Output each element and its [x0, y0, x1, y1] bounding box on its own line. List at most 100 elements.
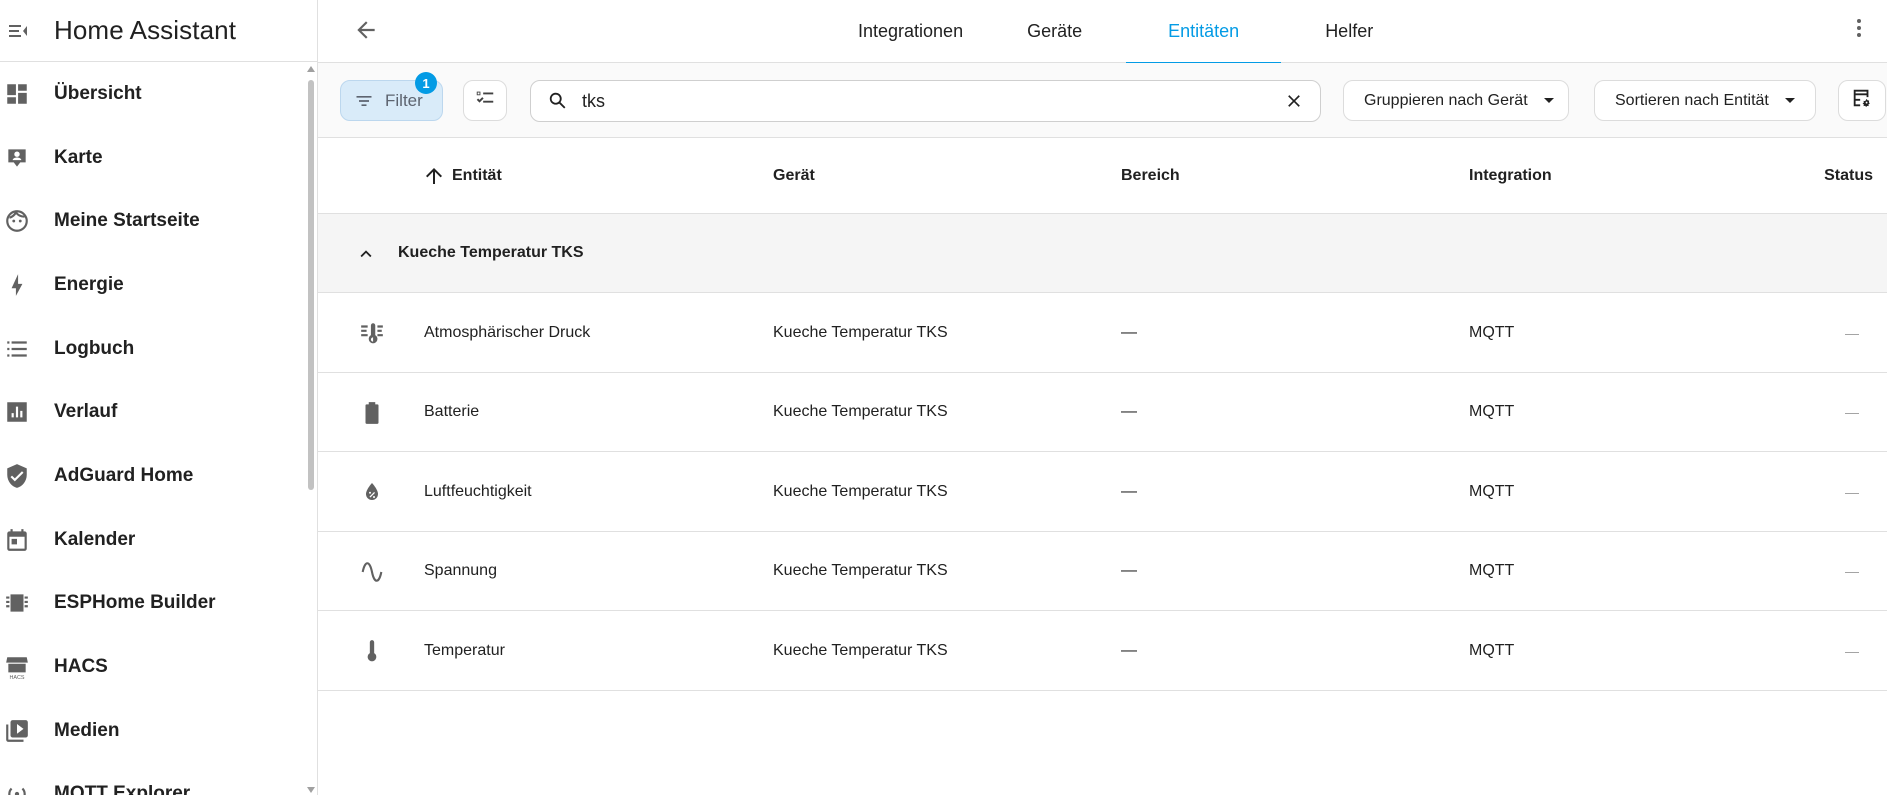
sidebar-item-esphome[interactable]: ESPHome Builder: [0, 572, 305, 636]
table-row[interactable]: Batterie Kueche Temperatur TKS — MQTT —: [318, 373, 1887, 453]
area-value: —: [1121, 562, 1137, 580]
entity-name: Luftfeuchtigkeit: [424, 482, 532, 500]
table-row[interactable]: Atmosphärischer Druck Kueche Temperatur …: [318, 293, 1887, 373]
area-value: —: [1121, 482, 1137, 500]
integration-value: MQTT: [1469, 323, 1515, 341]
dropdown-caret-icon: [1543, 98, 1554, 103]
sidebar-item-verlauf[interactable]: Verlauf: [0, 380, 305, 444]
filter-count-badge: 1: [415, 72, 437, 94]
sidebar-item-label: Kalender: [54, 528, 136, 550]
tab-entitaeten[interactable]: Entitäten: [1126, 0, 1282, 64]
checklist-icon: [474, 87, 496, 114]
tab-geraete[interactable]: Geräte: [1007, 0, 1102, 63]
sidebar-item-medien[interactable]: Medien: [0, 699, 305, 763]
search-input[interactable]: [582, 90, 1282, 112]
map-icon: [0, 141, 34, 175]
sidebar-item-adguard[interactable]: AdGuard Home: [0, 444, 305, 508]
lightning-icon: [0, 268, 34, 302]
sidebar-item-karte[interactable]: Karte: [0, 126, 305, 190]
sidebar-item-label: HACS: [54, 656, 108, 678]
filter-label: Filter: [385, 90, 423, 110]
area-value: —: [1121, 641, 1137, 659]
area-value: —: [1121, 323, 1137, 341]
list-icon: [0, 332, 34, 366]
entity-name: Batterie: [424, 403, 480, 421]
sidebar-item-kalender[interactable]: Kalender: [0, 508, 305, 572]
column-header-geraet[interactable]: Gerät: [773, 138, 815, 214]
dropdown-caret-icon: [1784, 98, 1795, 103]
group-label: Kueche Temperatur TKS: [398, 244, 584, 261]
tab-integrationen[interactable]: Integrationen: [838, 0, 983, 63]
sidebar-item-energie[interactable]: Energie: [0, 253, 305, 317]
device-name: Kueche Temperatur TKS: [773, 403, 948, 421]
more-vert-icon[interactable]: [1845, 14, 1873, 42]
scroll-up-icon[interactable]: [307, 66, 315, 72]
media-icon: [0, 714, 34, 748]
selection-mode-button[interactable]: [463, 80, 507, 121]
integration-value: MQTT: [1469, 641, 1515, 659]
sidebar-item-label: ESPHome Builder: [54, 592, 216, 614]
sort-by-dropdown[interactable]: Sortieren nach Entität: [1594, 80, 1816, 121]
tab-helfer[interactable]: Helfer: [1305, 0, 1393, 63]
status-value: —: [1845, 483, 1859, 500]
antenna-icon: [0, 777, 34, 795]
water-percent-icon: [358, 478, 386, 506]
column-header-integration[interactable]: Integration: [1469, 138, 1552, 214]
device-name: Kueche Temperatur TKS: [773, 641, 948, 659]
back-arrow-icon[interactable]: [348, 12, 384, 48]
sidebar-item-startseite[interactable]: Meine Startseite: [0, 189, 305, 253]
status-value: —: [1845, 563, 1859, 580]
menu-collapse-icon[interactable]: [2, 15, 34, 47]
chip-icon: [0, 586, 34, 620]
sidebar-item-label: Energie: [54, 273, 124, 295]
face-icon: [0, 204, 34, 238]
sidebar: Home Assistant Übersicht Karte Meine Sta…: [0, 0, 318, 795]
scroll-down-icon[interactable]: [307, 787, 315, 793]
top-bar: Integrationen Geräte Entitäten Helfer: [318, 0, 1887, 64]
calendar-icon: [0, 523, 34, 557]
tab-bar: Integrationen Geräte Entitäten Helfer: [838, 0, 1393, 64]
column-header-status[interactable]: Status: [1824, 138, 1873, 214]
hacs-icon: HACS: [0, 650, 34, 684]
sidebar-item-logbuch[interactable]: Logbuch: [0, 317, 305, 381]
sidebar-item-label: Verlauf: [54, 401, 118, 423]
column-header-bereich[interactable]: Bereich: [1121, 138, 1180, 214]
sidebar-item-uebersicht[interactable]: Übersicht: [0, 62, 305, 126]
table-row[interactable]: Spannung Kueche Temperatur TKS — MQTT —: [318, 532, 1887, 612]
sidebar-item-label: Meine Startseite: [54, 210, 200, 232]
sidebar-item-mqtt[interactable]: MQTT Explorer: [0, 763, 305, 795]
table-cog-icon: [1851, 87, 1873, 114]
integration-value: MQTT: [1469, 403, 1515, 421]
device-name: Kueche Temperatur TKS: [773, 482, 948, 500]
search-field[interactable]: [530, 80, 1321, 122]
group-header-row[interactable]: Kueche Temperatur TKS: [318, 214, 1887, 293]
sidebar-scrollbar[interactable]: [305, 62, 317, 795]
search-icon: [546, 89, 570, 113]
table-settings-button[interactable]: [1838, 80, 1886, 121]
table-row[interactable]: Temperatur Kueche Temperatur TKS — MQTT …: [318, 611, 1887, 691]
entity-name: Temperatur: [424, 641, 505, 659]
chart-icon: [0, 395, 34, 429]
group-by-label: Gruppieren nach Gerät: [1364, 91, 1528, 109]
status-value: —: [1845, 324, 1859, 341]
status-value: —: [1845, 642, 1859, 659]
device-name: Kueche Temperatur TKS: [773, 562, 948, 580]
svg-text:HACS: HACS: [9, 675, 24, 680]
sidebar-item-label: Logbuch: [54, 337, 135, 359]
sidebar-item-hacs[interactable]: HACS HACS: [0, 635, 305, 699]
chevron-up-icon[interactable]: [354, 242, 378, 266]
clear-search-icon[interactable]: [1282, 89, 1306, 113]
sort-by-label: Sortieren nach Entität: [1615, 91, 1769, 109]
sidebar-item-label: AdGuard Home: [54, 464, 194, 486]
battery-icon: [358, 399, 386, 427]
sidebar-header: Home Assistant: [0, 0, 317, 62]
thermometer-icon: [358, 637, 386, 665]
column-header-entitaet[interactable]: Entität: [422, 138, 502, 214]
area-value: —: [1121, 403, 1137, 421]
shield-check-icon: [0, 459, 34, 493]
sidebar-item-label: Medien: [54, 719, 120, 741]
scrollbar-thumb[interactable]: [308, 80, 314, 490]
integration-value: MQTT: [1469, 562, 1515, 580]
table-row[interactable]: Luftfeuchtigkeit Kueche Temperatur TKS —…: [318, 452, 1887, 532]
group-by-dropdown[interactable]: Gruppieren nach Gerät: [1343, 80, 1569, 121]
